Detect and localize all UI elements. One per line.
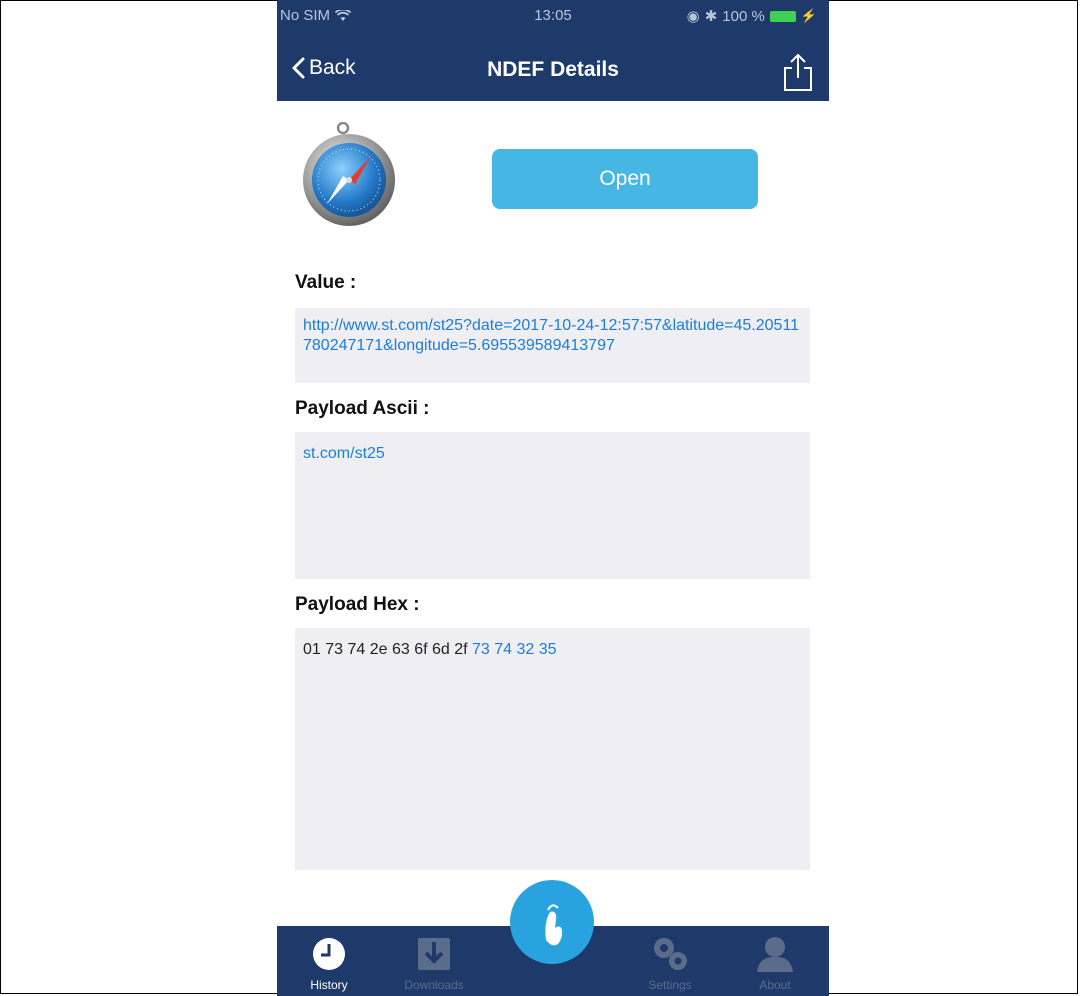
page-title: NDEF Details [487,58,619,81]
bluetooth-icon: ✱ [704,8,718,25]
payload-ascii-label: Payload Ascii : [295,398,430,419]
status-bar: No SIM 13:05 ◉ ✱ 100 % ⚡ [277,0,829,36]
navigation-bar: No SIM 13:05 ◉ ✱ 100 % ⚡ Back NDEF Detai… [277,0,829,101]
status-right: ◉ ✱ 100 % ⚡ [686,7,817,26]
safari-compass-icon [303,122,395,226]
open-button[interactable]: Open [492,149,758,209]
download-icon [418,938,450,970]
orientation-lock-icon: ◉ [686,8,700,25]
nfc-tap-icon [545,904,563,946]
tab-label: Settings [648,978,692,992]
tab-label: History [310,978,348,992]
tab-label: About [759,978,791,992]
tab-label: Downloads [404,978,464,992]
tab-about[interactable]: About [735,926,815,996]
battery-icon [769,10,796,22]
tab-settings[interactable]: Settings [630,926,710,996]
person-icon [757,937,793,972]
value-label: Value : [295,272,357,293]
clock-icon [313,938,345,970]
tab-downloads[interactable]: Downloads [394,926,474,996]
payload-ascii-text: st.com/st25 [303,445,385,462]
tab-history[interactable]: History [289,926,369,996]
value-field[interactable]: http://www.st.com/st25?date=2017-10-24-1… [295,308,810,383]
share-icon[interactable] [781,52,815,92]
charging-icon: ⚡ [800,8,817,23]
phone-screen: No SIM 13:05 ◉ ✱ 100 % ⚡ Back NDEF Detai… [277,0,829,996]
gears-icon [654,938,687,970]
payload-hex-label: Payload Hex : [295,594,420,615]
battery-percent: 100 % [722,7,765,25]
payload-hex-prefix: 01 73 74 2e 63 6f 6d 2f [303,641,473,658]
payload-hex-field[interactable]: 01 73 74 2e 63 6f 6d 2f 73 74 32 35 [295,628,810,870]
payload-ascii-field[interactable]: st.com/st25 [295,432,810,579]
nfc-scan-button[interactable] [510,880,594,964]
payload-hex-highlight: 73 74 32 35 [472,641,557,658]
value-link[interactable]: http://www.st.com/st25?date=2017-10-24-1… [303,317,799,354]
